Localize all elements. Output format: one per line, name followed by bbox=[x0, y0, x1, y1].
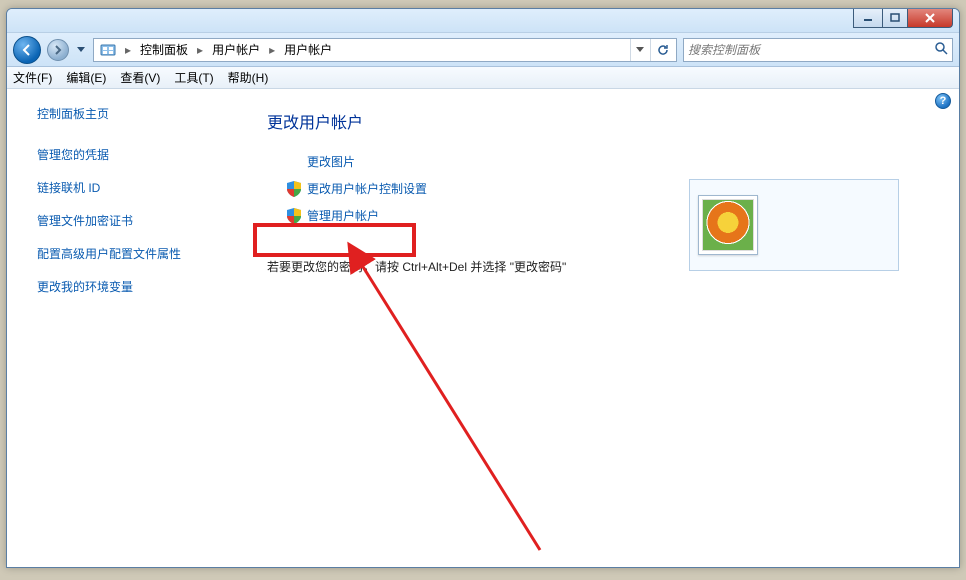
task-change-picture[interactable]: 更改图片 bbox=[307, 153, 939, 170]
sidebar-link-online-id[interactable]: 链接联机 ID bbox=[37, 179, 227, 196]
breadcrumb-item[interactable]: 用户帐户 bbox=[280, 39, 336, 61]
menu-view[interactable]: 查看(V) bbox=[120, 69, 160, 86]
window-buttons bbox=[854, 8, 953, 28]
menu-tools[interactable]: 工具(T) bbox=[174, 69, 213, 86]
maximize-button[interactable] bbox=[882, 8, 908, 28]
breadcrumb-item[interactable]: 控制面板 bbox=[136, 39, 192, 61]
sidebar-link-env-vars[interactable]: 更改我的环境变量 bbox=[37, 278, 227, 295]
menu-help[interactable]: 帮助(H) bbox=[228, 69, 269, 86]
forward-button[interactable] bbox=[47, 39, 69, 61]
refresh-button[interactable] bbox=[650, 39, 674, 61]
user-account-card bbox=[689, 179, 899, 271]
sidebar: 控制面板主页 管理您的凭据 链接联机 ID 管理文件加密证书 配置高级用户配置文… bbox=[7, 89, 237, 567]
history-dropdown[interactable] bbox=[75, 47, 87, 53]
content-area: ? 控制面板主页 管理您的凭据 链接联机 ID 管理文件加密证书 配置高级用户配… bbox=[7, 89, 959, 567]
shield-icon bbox=[287, 208, 301, 224]
chevron-right-icon: ▸ bbox=[122, 43, 134, 57]
chevron-right-icon: ▸ bbox=[194, 43, 206, 57]
back-button[interactable] bbox=[13, 36, 41, 64]
search-placeholder: 搜索控制面板 bbox=[688, 41, 760, 58]
address-dropdown[interactable] bbox=[630, 39, 648, 61]
breadcrumb-item[interactable]: 用户帐户 bbox=[208, 39, 264, 61]
search-input[interactable]: 搜索控制面板 bbox=[683, 38, 953, 62]
menubar: 文件(F) 编辑(E) 查看(V) 工具(T) 帮助(H) bbox=[7, 67, 959, 89]
main-panel: 更改用户帐户 更改图片 更改用户帐户控制设置 管理用户帐户 bbox=[237, 89, 959, 567]
avatar-image bbox=[702, 199, 754, 251]
task-label: 更改用户帐户控制设置 bbox=[307, 180, 427, 197]
address-bar[interactable]: ▸ 控制面板 ▸ 用户帐户 ▸ 用户帐户 bbox=[93, 38, 677, 62]
sidebar-link-profiles[interactable]: 配置高级用户配置文件属性 bbox=[37, 245, 227, 262]
minimize-button[interactable] bbox=[853, 8, 883, 28]
task-label: 更改图片 bbox=[307, 153, 355, 170]
control-panel-window: ▸ 控制面板 ▸ 用户帐户 ▸ 用户帐户 搜索控制面板 文件(F) 编辑(E) … bbox=[6, 8, 960, 568]
titlebar bbox=[7, 9, 959, 33]
task-label: 管理用户帐户 bbox=[307, 207, 379, 224]
menu-file[interactable]: 文件(F) bbox=[13, 69, 52, 86]
control-panel-icon bbox=[96, 39, 120, 61]
sidebar-link-credentials[interactable]: 管理您的凭据 bbox=[37, 146, 227, 163]
shield-icon bbox=[287, 181, 301, 197]
menu-edit[interactable]: 编辑(E) bbox=[66, 69, 106, 86]
chevron-right-icon: ▸ bbox=[266, 43, 278, 57]
sidebar-link-encryption[interactable]: 管理文件加密证书 bbox=[37, 212, 227, 229]
navbar: ▸ 控制面板 ▸ 用户帐户 ▸ 用户帐户 搜索控制面板 bbox=[7, 33, 959, 67]
avatar-frame bbox=[698, 195, 758, 255]
close-button[interactable] bbox=[907, 8, 953, 28]
page-heading: 更改用户帐户 bbox=[267, 109, 939, 133]
search-icon bbox=[934, 41, 948, 58]
sidebar-home-link[interactable]: 控制面板主页 bbox=[37, 105, 227, 122]
